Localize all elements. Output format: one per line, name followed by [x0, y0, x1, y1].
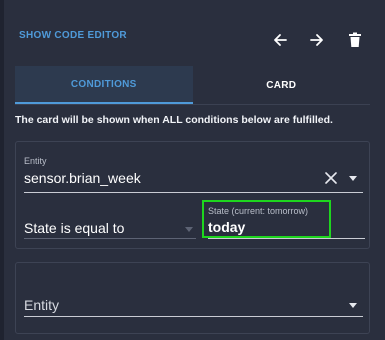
- entity-field-underline-2: [24, 316, 363, 317]
- dropdown-arrow-icon[interactable]: [348, 173, 358, 183]
- state-field-highlight: [202, 200, 331, 238]
- entity-field-value[interactable]: sensor.brian_week: [24, 170, 141, 186]
- entity-field-label: Entity: [24, 156, 47, 166]
- arrow-left-icon[interactable]: [271, 31, 289, 49]
- trash-icon[interactable]: [346, 31, 364, 49]
- state-operator-underline: [24, 238, 196, 239]
- state-operator-select[interactable]: State is equal to: [24, 220, 124, 236]
- condition-card-2: Entity: [15, 262, 370, 334]
- clear-icon[interactable]: [324, 171, 338, 185]
- arrow-right-icon[interactable]: [308, 31, 326, 49]
- operator-dropdown-arrow-icon[interactable]: [184, 224, 194, 234]
- dropdown-arrow-icon-2[interactable]: [348, 300, 358, 310]
- show-code-editor-button[interactable]: SHOW CODE EDITOR: [19, 30, 127, 41]
- entity-placeholder[interactable]: Entity: [24, 297, 59, 313]
- tab-card[interactable]: CARD: [193, 66, 371, 104]
- left-edge: [0, 0, 4, 340]
- tab-conditions[interactable]: CONDITIONS: [15, 66, 193, 104]
- tab-bar: CONDITIONS CARD: [15, 66, 370, 105]
- entity-field-underline: [24, 192, 363, 193]
- state-field-underline: [208, 238, 365, 239]
- conditional-card-editor: SHOW CODE EDITOR CONDITIONS CARD The car…: [0, 0, 385, 340]
- conditions-info-text: The card will be shown when ALL conditio…: [15, 114, 333, 126]
